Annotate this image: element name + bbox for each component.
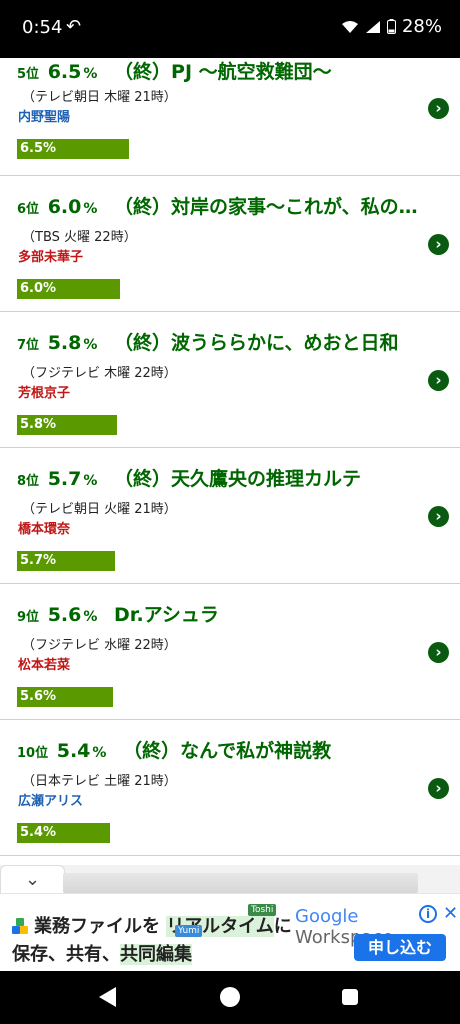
ranking-title: 5位 6.5% （終）PJ 〜航空救難団〜 — [17, 57, 427, 84]
rank-suffix: 位 — [26, 610, 40, 625]
network-info: （テレビ朝日 木曜 21時） — [22, 90, 177, 105]
ranking-row-10[interactable]: 10位 5.4% （終）なんで私が神説教 （日本テレビ 土曜 21時） 広瀬アリ… — [0, 720, 460, 856]
network-info: （日本テレビ 土曜 21時） — [22, 774, 177, 789]
nav-recents-icon[interactable] — [342, 989, 358, 1005]
collapse-icon[interactable]: ⌄ — [0, 865, 65, 894]
network-info: （フジテレビ 木曜 22時） — [22, 366, 177, 381]
ranking-row-5[interactable]: 5位 6.5% （終）PJ 〜航空救難団〜 （テレビ朝日 木曜 21時） 内野聖… — [0, 58, 460, 176]
rating-percent: % — [83, 201, 98, 217]
chevron-right-icon[interactable]: › — [428, 98, 449, 119]
ranking-row-8[interactable]: 8位 5.7% （終）天久鷹央の推理カルテ （テレビ朝日 火曜 21時） 橋本環… — [0, 448, 460, 584]
info-icon[interactable]: i — [419, 905, 437, 923]
rating-bar: 5.8% — [17, 415, 117, 435]
ranking-title: 6位 6.0% （終）対岸の家事〜これが、私の生… — [17, 192, 427, 219]
rating-value: 5.4 — [56, 740, 91, 762]
chevron-right-icon[interactable]: › — [428, 506, 449, 527]
rank-suffix: 位 — [26, 338, 40, 353]
back-arrow-icon: ↶ — [66, 16, 82, 37]
battery-level: 28% — [401, 16, 442, 37]
status-bar: 0:54 ↶ 28% — [0, 0, 460, 58]
ad-line2-prefix: 保存、共有、 — [12, 944, 120, 965]
show-title: （終）PJ 〜航空救難団〜 — [114, 61, 332, 83]
lead-actor: 多部未華子 — [18, 250, 84, 265]
status-right: 28% — [341, 16, 442, 37]
rating-value: 6.0 — [47, 196, 82, 218]
lead-actor: 広瀬アリス — [18, 794, 84, 809]
wifi-icon — [341, 20, 358, 33]
rank-number: 5 — [17, 67, 27, 82]
ad-line1-suffix: に — [273, 916, 292, 937]
ranking-title: 9位 5.6% Dr.アシュラ — [17, 600, 427, 627]
google-brand: Google — [295, 906, 359, 927]
rating-value: 5.6 — [47, 604, 82, 626]
ad-line2-highlight: 共同編集 — [120, 944, 192, 965]
signal-icon — [365, 20, 380, 33]
ranking-row-6[interactable]: 6位 6.0% （終）対岸の家事〜これが、私の生… （TBS 火曜 22時） 多… — [0, 176, 460, 312]
rating-percent: % — [83, 66, 98, 82]
show-title: Dr.アシュラ — [114, 604, 219, 626]
rating-percent: % — [83, 609, 98, 625]
ranking-row-9[interactable]: 9位 5.6% Dr.アシュラ （フジテレビ 水曜 22時） 松本若菜 5.6%… — [0, 584, 460, 720]
rank-suffix: 位 — [35, 746, 49, 761]
rating-value: 5.8 — [47, 332, 82, 354]
ranking-title: 10位 5.4% （終）なんで私が神説教 — [17, 736, 427, 763]
rank-suffix: 位 — [26, 474, 40, 489]
lead-actor: 芳根京子 — [18, 386, 71, 401]
show-title: （終）対岸の家事〜これが、私の生… — [114, 196, 427, 218]
chevron-right-icon[interactable]: › — [428, 370, 449, 391]
chevron-right-icon[interactable]: › — [428, 234, 449, 255]
navigation-bar — [0, 971, 460, 1024]
chevron-right-icon[interactable]: › — [428, 778, 449, 799]
ranking-row-7[interactable]: 7位 5.8% （終）波うららかに、めおと日和 （フジテレビ 木曜 22時） 芳… — [0, 312, 460, 448]
ad-line1-prefix: 業務ファイルを — [34, 916, 167, 937]
rank-number: 7 — [17, 338, 27, 353]
rank-number: 6 — [17, 202, 27, 217]
show-title: （終）なんで私が神説教 — [123, 740, 332, 762]
network-info: （テレビ朝日 火曜 21時） — [22, 502, 177, 517]
rating-bar: 6.0% — [17, 279, 120, 299]
collab-badge-2: Yumi — [175, 925, 203, 937]
rating-percent: % — [83, 473, 98, 489]
rating-percent: % — [92, 745, 107, 761]
rating-bar: 5.7% — [17, 551, 115, 571]
close-icon[interactable]: ✕ — [443, 903, 458, 924]
chevron-right-icon[interactable]: › — [428, 642, 449, 663]
google-drive-icon — [12, 918, 28, 934]
show-title: （終）波うららかに、めおと日和 — [114, 332, 399, 354]
rank-suffix: 位 — [26, 67, 40, 82]
rank-number: 8 — [17, 474, 27, 489]
rating-percent: % — [83, 337, 98, 353]
nav-back-icon[interactable] — [99, 987, 116, 1007]
collab-badge: Toshi — [248, 904, 277, 916]
rating-bar: 6.5% — [17, 139, 129, 159]
rating-value: 5.7 — [47, 468, 82, 490]
status-time: 0:54 — [22, 17, 63, 38]
battery-icon — [386, 19, 396, 34]
lead-actor: 松本若菜 — [18, 658, 71, 673]
apply-button[interactable]: 申し込む — [354, 934, 446, 961]
ad-peek-image — [63, 873, 418, 893]
ad-peek: ⌄ — [0, 865, 460, 894]
network-info: （TBS 火曜 22時） — [22, 230, 137, 245]
show-title: （終）天久鷹央の推理カルテ — [114, 468, 362, 490]
rank-number: 10 — [17, 746, 36, 761]
lead-actor: 橋本環奈 — [18, 522, 71, 537]
ad-line-2: 保存、共有、共同編集 — [12, 940, 192, 966]
ranking-title: 8位 5.7% （終）天久鷹央の推理カルテ — [17, 464, 427, 491]
rank-suffix: 位 — [26, 202, 40, 217]
rating-value: 6.5 — [47, 61, 82, 83]
rating-bar: 5.6% — [17, 687, 113, 707]
ad-banner[interactable]: 業務ファイルを リアルタイムに 保存、共有、共同編集 Toshi Yumi Go… — [0, 893, 460, 972]
rank-number: 9 — [17, 610, 27, 625]
network-info: （フジテレビ 水曜 22時） — [22, 638, 177, 653]
lead-actor: 内野聖陽 — [18, 110, 71, 125]
ranking-list: 5位 6.5% （終）PJ 〜航空救難団〜 （テレビ朝日 木曜 21時） 内野聖… — [0, 58, 460, 856]
nav-home-icon[interactable] — [220, 987, 240, 1007]
rating-bar: 5.4% — [17, 823, 110, 843]
ranking-title: 7位 5.8% （終）波うららかに、めおと日和 — [17, 328, 427, 355]
